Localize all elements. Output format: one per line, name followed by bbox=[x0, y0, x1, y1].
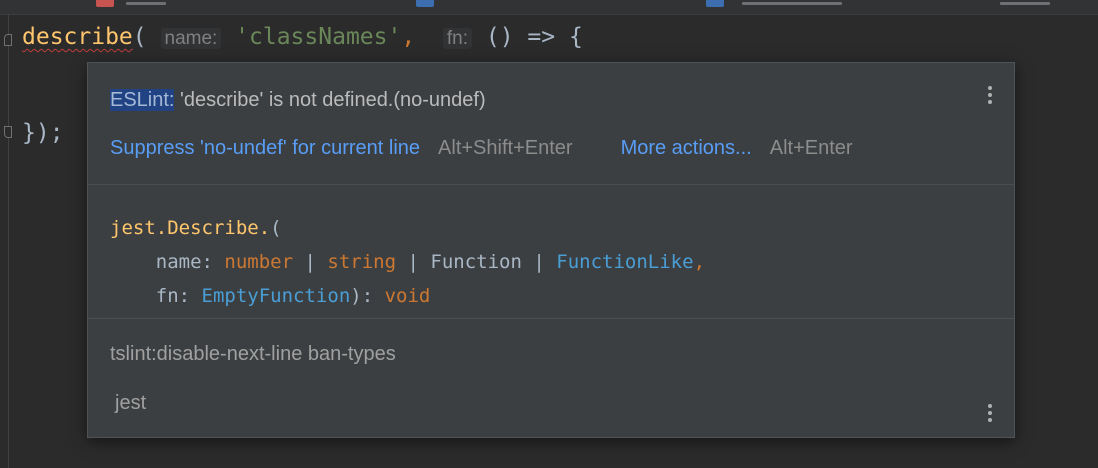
code-line-describe[interactable]: describe( name: 'classNames', fn: () => … bbox=[22, 24, 583, 50]
comma: , bbox=[401, 24, 416, 50]
type-function: Function bbox=[430, 251, 522, 273]
param-hint-fn: fn: bbox=[442, 28, 473, 49]
union-separator: | bbox=[407, 251, 419, 273]
more-actions-shortcut: Alt+Enter bbox=[769, 137, 853, 159]
doc-tags-section: tslint:disable-next-line ban-types jest bbox=[88, 318, 1014, 438]
file-type-icon bbox=[706, 0, 724, 7]
suppress-shortcut: Alt+Shift+Enter bbox=[438, 137, 573, 159]
param-name-label: name: bbox=[155, 251, 213, 273]
return-type-void: void bbox=[384, 285, 431, 307]
signature-section: jest.Describe.( name: number | string | … bbox=[88, 184, 1014, 319]
signature-function-name: jest.Describe. bbox=[110, 217, 271, 239]
type-empty-function[interactable]: EmptyFunction bbox=[202, 285, 351, 307]
fold-close-icon[interactable] bbox=[4, 126, 12, 138]
fold-open-icon[interactable] bbox=[4, 34, 12, 46]
arrow-function: () => { bbox=[485, 24, 583, 50]
describe-call[interactable]: describe bbox=[22, 24, 133, 50]
signature-comma: , bbox=[693, 251, 706, 273]
close-brace: }); bbox=[22, 120, 64, 146]
code-line-close[interactable]: }); bbox=[22, 120, 64, 146]
editor-tab-strip[interactable] bbox=[0, 0, 1098, 15]
tab-label-stub bbox=[1000, 2, 1050, 5]
module-name: jest bbox=[115, 392, 147, 414]
more-actions-link[interactable]: More actions... bbox=[621, 137, 752, 159]
tab-label-stub bbox=[126, 2, 166, 5]
suppress-action-link[interactable]: Suppress 'no-undef' for current line bbox=[110, 137, 420, 159]
type-function-like[interactable]: FunctionLike bbox=[556, 251, 693, 273]
type-string: string bbox=[327, 251, 397, 273]
kebab-vertical-icon[interactable] bbox=[987, 86, 993, 110]
param-hint-name: name: bbox=[160, 28, 222, 49]
problem-description: 'describe' is not defined.(no-undef) bbox=[180, 89, 486, 111]
signature-open-paren: ( bbox=[270, 217, 282, 239]
editor-gutter bbox=[8, 14, 9, 468]
signature-code: jest.Describe.( name: number | string | … bbox=[110, 211, 705, 313]
file-type-icon bbox=[96, 0, 114, 7]
tslint-comment: tslint:disable-next-line ban-types bbox=[110, 343, 396, 365]
type-number: number bbox=[224, 251, 294, 273]
file-type-icon bbox=[416, 0, 434, 7]
problem-message: ESLint: 'describe' is not defined.(no-un… bbox=[110, 89, 486, 112]
signature-close-paren: ): bbox=[350, 285, 374, 307]
string-literal[interactable]: 'classNames' bbox=[235, 24, 401, 50]
paren-open: ( bbox=[132, 24, 147, 50]
problem-section: ESLint: 'describe' is not defined.(no-un… bbox=[88, 63, 1014, 183]
union-separator: | bbox=[304, 251, 316, 273]
param-fn-label: fn: bbox=[155, 285, 191, 307]
tab-label-stub bbox=[742, 2, 842, 5]
quick-fix-row: Suppress 'no-undef' for current line Alt+… bbox=[110, 137, 853, 160]
eslint-tag: ESLint: bbox=[110, 89, 175, 111]
union-separator: | bbox=[533, 251, 545, 273]
kebab-vertical-icon[interactable] bbox=[987, 404, 993, 428]
quick-documentation-popup[interactable]: ESLint: 'describe' is not defined.(no-un… bbox=[87, 62, 1015, 438]
